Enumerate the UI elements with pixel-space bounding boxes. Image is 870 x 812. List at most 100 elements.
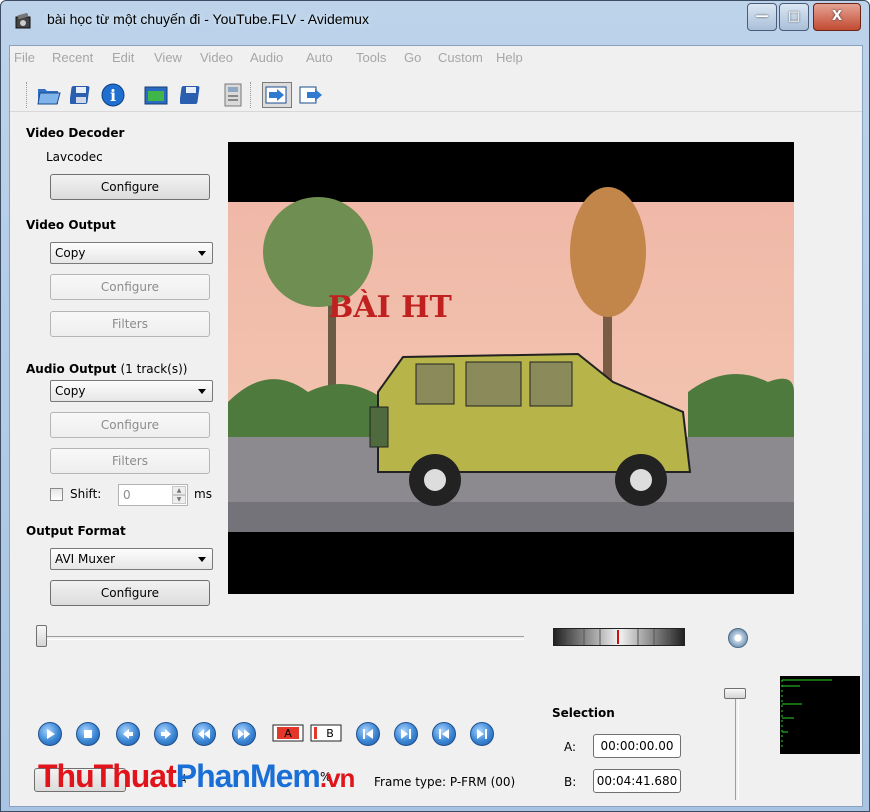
menu-go[interactable]: Go	[404, 50, 421, 65]
play-button[interactable]	[38, 722, 62, 746]
video-output-configure-button[interactable]: Configure	[50, 274, 210, 300]
frame-type-label: Frame type: P-FRM (00)	[374, 775, 516, 789]
goto-end-icon	[401, 729, 411, 739]
info-icon[interactable]: i	[100, 82, 126, 108]
goto-marker-a-button[interactable]	[356, 722, 380, 746]
arrow-right-icon	[161, 729, 171, 739]
output-preview-icon[interactable]	[298, 82, 324, 108]
save-video-icon[interactable]	[178, 82, 204, 108]
audio-meter-graphic	[781, 679, 832, 750]
volume-slider-thumb[interactable]	[724, 688, 746, 699]
menu-custom[interactable]: Custom	[438, 50, 483, 65]
shift-unit: ms	[194, 487, 212, 501]
menu-file[interactable]: File	[14, 50, 35, 65]
input-preview-icon[interactable]	[262, 82, 292, 108]
watermark-part2: PhanMem	[175, 758, 321, 794]
previous-black-frame-button[interactable]	[432, 722, 456, 746]
volume-slider-track[interactable]	[735, 692, 739, 800]
selection-b-label: B:	[564, 775, 577, 789]
toolbar-grip	[26, 82, 28, 108]
output-format-selected: AVI Muxer	[55, 552, 116, 566]
menu-auto[interactable]: Auto	[306, 50, 333, 65]
chevron-down-icon	[198, 557, 206, 562]
volume-icon[interactable]	[728, 628, 748, 648]
svg-text:A: A	[284, 727, 292, 740]
timeline-slider-thumb[interactable]	[36, 625, 47, 647]
next-frame-button[interactable]	[154, 722, 178, 746]
selection-a-label: A:	[564, 740, 577, 754]
app-window: bài học từ một chuyến đi - YouTube.FLV -…	[0, 0, 870, 812]
audio-output-select[interactable]: Copy	[50, 380, 213, 402]
calculator-icon[interactable]	[220, 82, 246, 108]
window-title: bài học từ một chuyến đi - YouTube.FLV -…	[47, 11, 369, 27]
watermark-logo: ThuThuatPhanMem.vn	[38, 758, 355, 795]
next-keyframe-button[interactable]	[232, 722, 256, 746]
video-preview: BÀI HT	[228, 142, 794, 594]
minimize-button[interactable]: —	[747, 3, 777, 31]
video-output-select[interactable]: Copy	[50, 242, 213, 264]
menu-video[interactable]: Video	[200, 50, 233, 65]
menu-audio[interactable]: Audio	[250, 50, 283, 65]
previous-keyframe-button[interactable]	[192, 722, 216, 746]
selection-b-field[interactable]: 00:04:41.680	[593, 769, 681, 793]
open-folder-icon[interactable]	[144, 82, 170, 108]
shift-spinbox[interactable]: 0 ▲ ▼	[118, 484, 188, 506]
jog-marker	[617, 630, 619, 644]
rewind-icon	[198, 729, 210, 739]
spin-up-icon[interactable]: ▲	[172, 486, 186, 495]
stop-icon	[84, 730, 92, 738]
video-output-title: Video Output	[26, 218, 116, 232]
spin-down-icon[interactable]: ▼	[172, 495, 186, 504]
selection-a-field[interactable]: 00:00:00.00	[593, 734, 681, 758]
avidemux-app-icon	[15, 13, 31, 29]
menu-edit[interactable]: Edit	[112, 50, 134, 65]
client-area: File Recent Edit View Video Audio Auto T…	[9, 45, 863, 807]
close-button[interactable]: X	[813, 3, 861, 31]
stop-button[interactable]	[76, 722, 100, 746]
chevron-down-icon	[198, 389, 206, 394]
minimize-icon: —	[755, 9, 769, 24]
menu-help[interactable]: Help	[496, 50, 523, 65]
open-icon[interactable]	[36, 82, 62, 108]
video-decoder-codec: Lavcodec	[46, 150, 103, 164]
shift-label: Shift:	[70, 487, 102, 501]
video-decoder-configure-button[interactable]: Configure	[50, 174, 210, 200]
svg-text:i: i	[110, 86, 116, 105]
marker-b-icon: B	[310, 724, 342, 742]
marker-a-icon: A	[272, 724, 304, 742]
selection-title: Selection	[552, 706, 615, 720]
play-icon	[47, 729, 55, 739]
audio-output-title-text: Audio Output	[26, 362, 117, 376]
shift-value: 0	[123, 488, 131, 502]
menu-tools[interactable]: Tools	[356, 50, 386, 65]
shift-checkbox[interactable]	[50, 488, 63, 501]
jog-shuttle[interactable]	[553, 628, 685, 646]
output-format-select[interactable]: AVI Muxer	[50, 548, 213, 570]
arrow-left-icon	[123, 729, 133, 739]
audio-meter	[780, 676, 860, 754]
maximize-button[interactable]: □	[779, 3, 809, 31]
set-marker-b-button[interactable]: B	[310, 722, 342, 744]
save-icon[interactable]	[68, 82, 94, 108]
fast-forward-icon	[238, 729, 250, 739]
goto-marker-b-button[interactable]	[394, 722, 418, 746]
menu-recent[interactable]: Recent	[52, 50, 93, 65]
video-decoder-title: Video Decoder	[26, 126, 125, 140]
audio-output-configure-button[interactable]: Configure	[50, 412, 210, 438]
audio-output-filters-button[interactable]: Filters	[50, 448, 210, 474]
next-black-frame-button[interactable]	[470, 722, 494, 746]
set-marker-a-button[interactable]: A	[272, 722, 304, 744]
title-bar[interactable]: bài học từ một chuyến đi - YouTube.FLV -…	[1, 1, 869, 41]
menu-view[interactable]: View	[154, 50, 182, 65]
previous-frame-button[interactable]	[116, 722, 140, 746]
output-format-configure-button[interactable]: Configure	[50, 580, 210, 606]
svg-text:B: B	[326, 727, 334, 740]
jog-shuttle-graphic	[554, 629, 684, 645]
video-output-selected: Copy	[55, 246, 86, 260]
video-overlay-text: BÀI HT	[328, 289, 452, 325]
timeline-slider-track[interactable]	[44, 636, 524, 640]
output-format-title: Output Format	[26, 524, 126, 538]
toolbar-separator	[250, 82, 252, 108]
audio-output-tracks: (1 track(s))	[120, 362, 188, 376]
video-output-filters-button[interactable]: Filters	[50, 311, 210, 337]
